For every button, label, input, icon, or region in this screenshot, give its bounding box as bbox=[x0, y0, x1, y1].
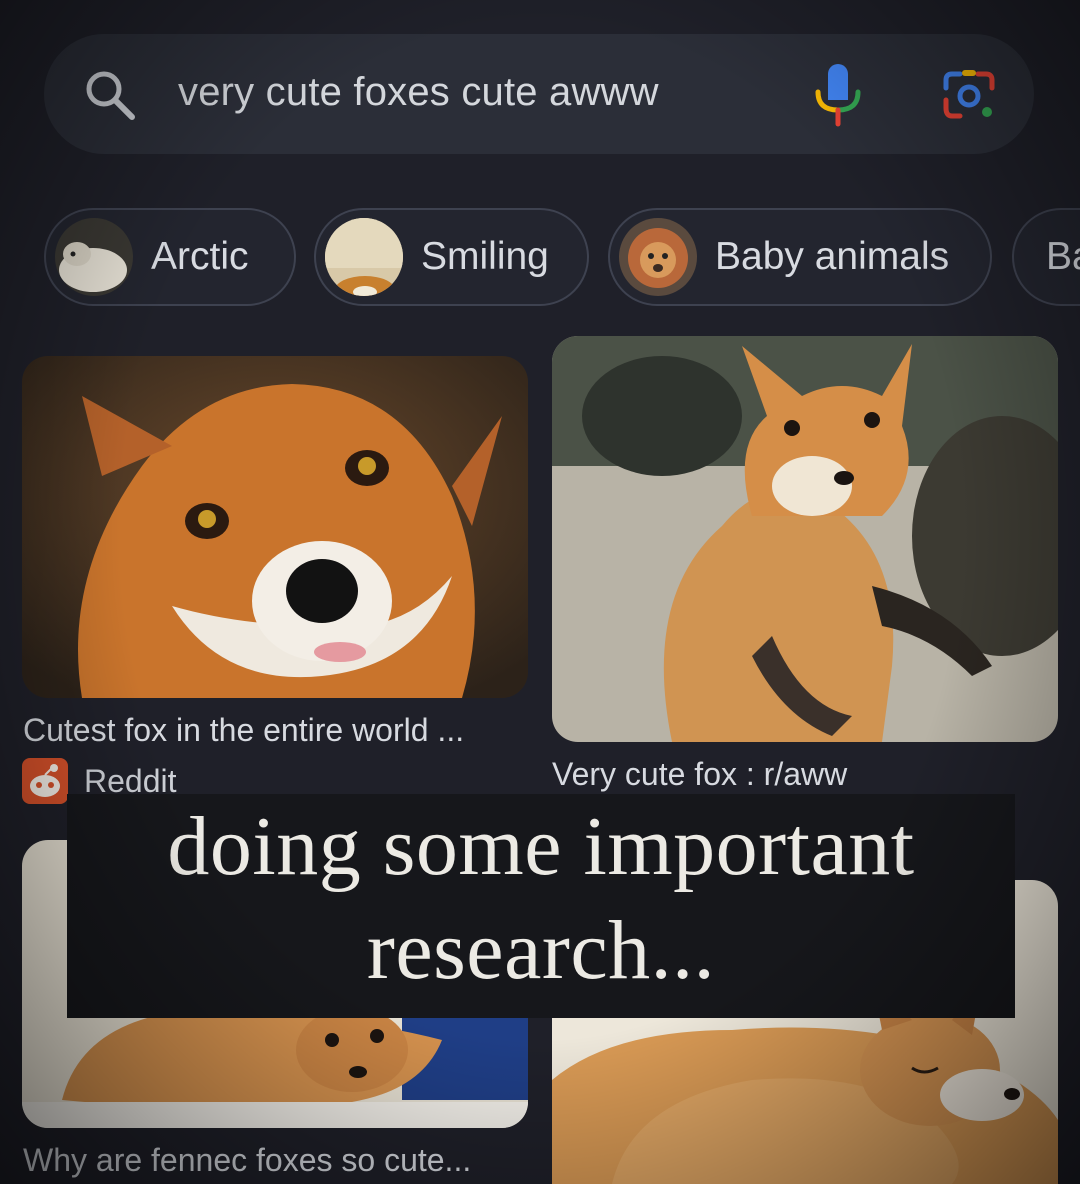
chip-smiling[interactable]: Smiling bbox=[314, 208, 589, 306]
result-caption-2[interactable]: Very cute fox : r/aww bbox=[552, 756, 847, 793]
chip-partial[interactable]: Ba bbox=[1012, 208, 1080, 306]
chip-label: Baby animals bbox=[715, 235, 950, 278]
chip-baby-animals[interactable]: Baby animals bbox=[608, 208, 992, 306]
chip-arctic[interactable]: Arctic bbox=[44, 208, 296, 306]
chip-label: Arctic bbox=[151, 235, 249, 278]
chip-label: Smiling bbox=[421, 235, 549, 278]
search-input[interactable]: very cute foxes cute awww bbox=[178, 70, 659, 115]
result-image-2[interactable] bbox=[552, 336, 1058, 742]
result-caption-1[interactable]: Cutest fox in the entire world ... bbox=[23, 712, 464, 749]
camera-lens-icon[interactable] bbox=[938, 66, 1000, 122]
overlay-caption-box: doing some important research... bbox=[67, 794, 1015, 1018]
fox-photo bbox=[22, 356, 528, 698]
reddit-icon bbox=[22, 758, 68, 804]
fox-photo bbox=[552, 336, 1058, 742]
overlay-line-1: doing some important bbox=[167, 800, 915, 893]
chip-label: Ba bbox=[1046, 235, 1080, 278]
overlay-line-2: research... bbox=[366, 904, 716, 997]
result-image-1[interactable] bbox=[22, 356, 528, 698]
arctic-fox-thumbnail bbox=[55, 218, 133, 296]
baby-animals-thumbnail bbox=[619, 218, 697, 296]
search-icon[interactable] bbox=[82, 67, 138, 123]
result-caption-3[interactable]: Why are fennec foxes so cute... bbox=[23, 1142, 471, 1179]
smiling-fox-thumbnail bbox=[325, 218, 403, 296]
microphone-icon[interactable] bbox=[812, 62, 864, 128]
